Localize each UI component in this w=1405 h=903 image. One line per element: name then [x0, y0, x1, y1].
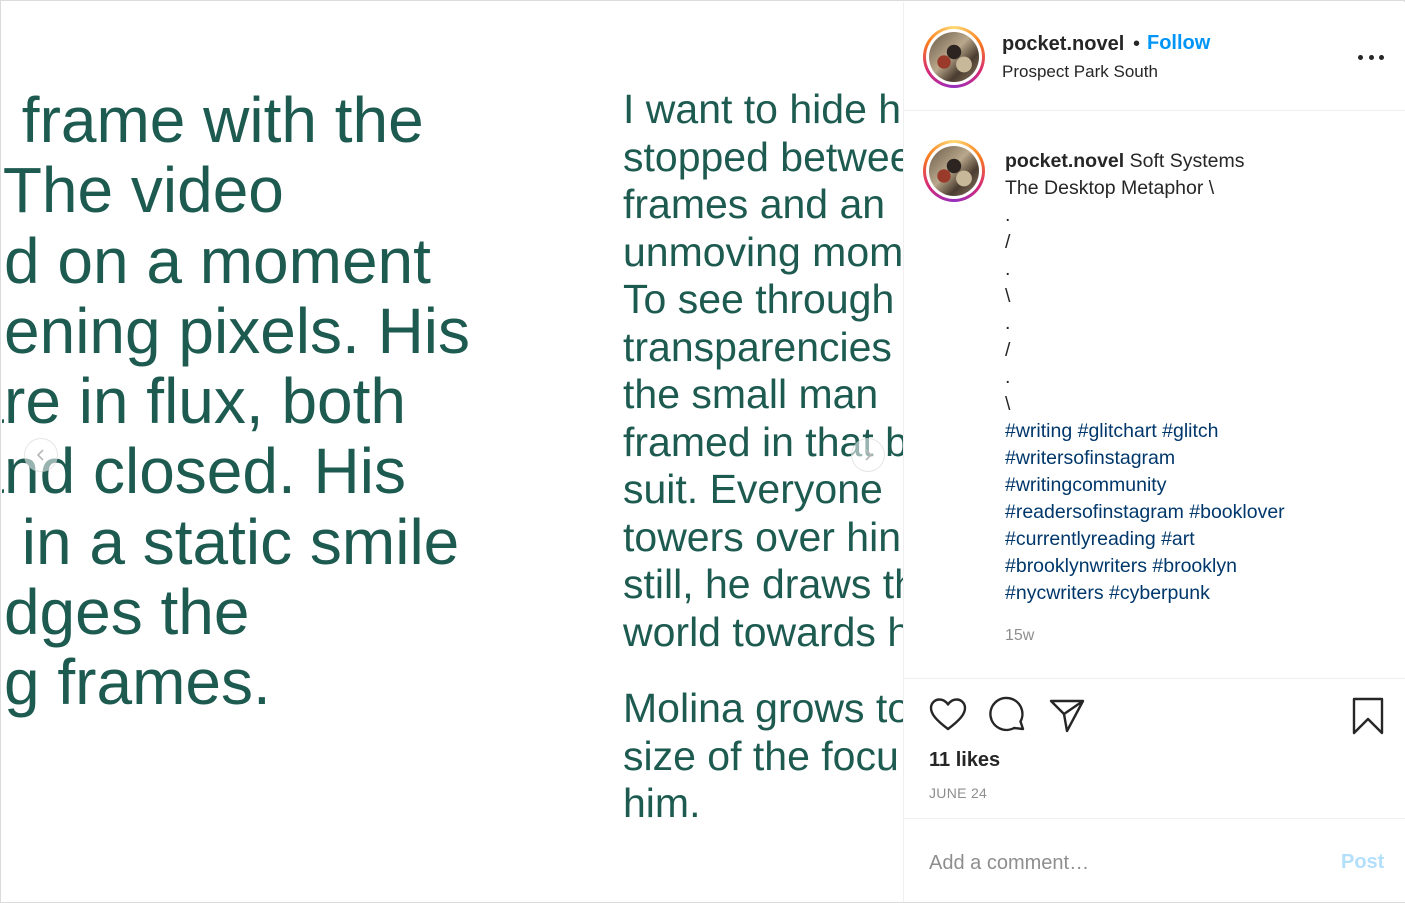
image-text-line: towers over hin	[623, 513, 902, 560]
right-paragraph-1: I want to hide h stopped betwee frames and…	[623, 86, 903, 656]
caption-line: .	[1005, 312, 1011, 334]
image-text-line: e frame with the	[2, 85, 424, 156]
image-text-line: ed on a moment	[2, 224, 431, 297]
image-text-line: Molina grows to	[623, 685, 903, 731]
image-text-line: eening pixels. His	[2, 294, 470, 367]
avatar-image	[929, 146, 979, 196]
image-text-line: are in flux, both	[2, 365, 406, 438]
post-date[interactable]: JUNE 24	[929, 785, 987, 801]
image-text-line: unmoving mom	[623, 228, 903, 275]
post-header: pocket.novel • Follow Prospect Park Sout…	[904, 2, 1405, 111]
header-username[interactable]: pocket.novel	[1002, 33, 1124, 56]
image-text-line: stopped betwee	[623, 133, 903, 180]
caption-username[interactable]: pocket.novel	[1005, 150, 1124, 172]
bookmark-icon[interactable]	[1348, 696, 1388, 736]
hashtag-line[interactable]: #writingcommunity	[1005, 472, 1385, 499]
caption-line: /	[1005, 339, 1011, 361]
image-text-line: size of the focu	[623, 732, 899, 779]
image-text-line: n in a static smile	[2, 505, 460, 578]
caption-line: \	[1005, 393, 1011, 415]
next-slide-button[interactable]	[851, 438, 885, 472]
share-icon[interactable]	[1047, 696, 1087, 736]
follow-button[interactable]: Follow	[1147, 32, 1210, 55]
hashtag-line[interactable]: #writing #glitchart #glitch	[1005, 418, 1385, 445]
post-sidebar: pocket.novel • Follow Prospect Park Sout…	[903, 2, 1405, 902]
more-options-icon[interactable]	[1358, 52, 1384, 62]
caption-avatar[interactable]	[923, 140, 985, 202]
hashtag-line[interactable]: #brooklynwriters #brooklyn	[1005, 553, 1385, 580]
chevron-left-icon	[36, 449, 44, 461]
chevron-right-icon	[865, 449, 873, 461]
comment-input[interactable]	[929, 850, 1319, 876]
avatar-image	[929, 32, 979, 82]
image-text-line: To see through	[623, 276, 895, 322]
caption-line: .	[1005, 258, 1011, 280]
image-text-line: ridges the	[2, 576, 250, 649]
comment-icon[interactable]	[988, 696, 1028, 736]
caption-timestamp[interactable]: 15w	[1005, 627, 1034, 645]
post-modal: e frame with the. The videoed on a momen…	[0, 0, 1405, 903]
hashtag-line[interactable]: #nycwriters #cyberpunk	[1005, 580, 1385, 607]
left-text-lines: e frame with the. The videoed on a momen…	[2, 85, 470, 718]
image-text-line: still, he draws th	[623, 561, 903, 607]
image-text-line: the small man	[623, 371, 879, 417]
heart-icon[interactable]	[928, 696, 968, 736]
image-text-left-column: e frame with the. The videoed on a momen…	[2, 85, 602, 725]
avatar[interactable]	[923, 26, 985, 88]
location-link[interactable]: Prospect Park South	[1002, 62, 1158, 82]
image-text-line: I want to hide h	[623, 86, 902, 132]
comment-section: Post	[904, 820, 1405, 902]
hashtag-line[interactable]: #writersofinstagram	[1005, 445, 1385, 472]
caption-section: pocket.novel Soft Systems The Desktop Me…	[904, 112, 1405, 678]
image-text-line: ng frames.	[2, 646, 271, 719]
caption-line: .	[1005, 366, 1011, 388]
caption-line: The Desktop Metaphor \	[1005, 177, 1215, 199]
caption-title: Soft Systems	[1129, 150, 1245, 172]
caption-text: pocket.novel Soft Systems The Desktop Me…	[1005, 148, 1385, 607]
image-text-line: suit. Everyone	[623, 466, 883, 512]
image-text-line: him.	[623, 780, 701, 826]
image-text-line: frames and an	[623, 181, 886, 227]
post-comment-button[interactable]: Post	[1341, 851, 1384, 874]
post-image[interactable]: e frame with the. The videoed on a momen…	[2, 2, 903, 902]
caption-line: /	[1005, 231, 1011, 253]
image-text-line: transparencies	[623, 323, 892, 370]
hashtag-line[interactable]: #readersofinstagram #booklover	[1005, 499, 1385, 526]
header-separator: •	[1133, 33, 1141, 55]
image-text-line: . The video	[2, 154, 284, 227]
previous-slide-button[interactable]	[24, 438, 58, 472]
action-bar: 11 likes JUNE 24	[904, 678, 1405, 819]
caption-line: .	[1005, 204, 1011, 226]
right-paragraph-2: Molina grows to size of the focu him.	[623, 685, 903, 828]
image-text-line: and closed. His	[2, 435, 406, 508]
hashtag-line[interactable]: #currentlyreading #art	[1005, 526, 1385, 553]
caption-line: \	[1005, 285, 1011, 307]
caption-first-line: pocket.novel Soft Systems	[1005, 148, 1385, 175]
likes-count[interactable]: 11 likes	[929, 749, 1000, 772]
image-text-line: world towards h	[623, 608, 903, 655]
